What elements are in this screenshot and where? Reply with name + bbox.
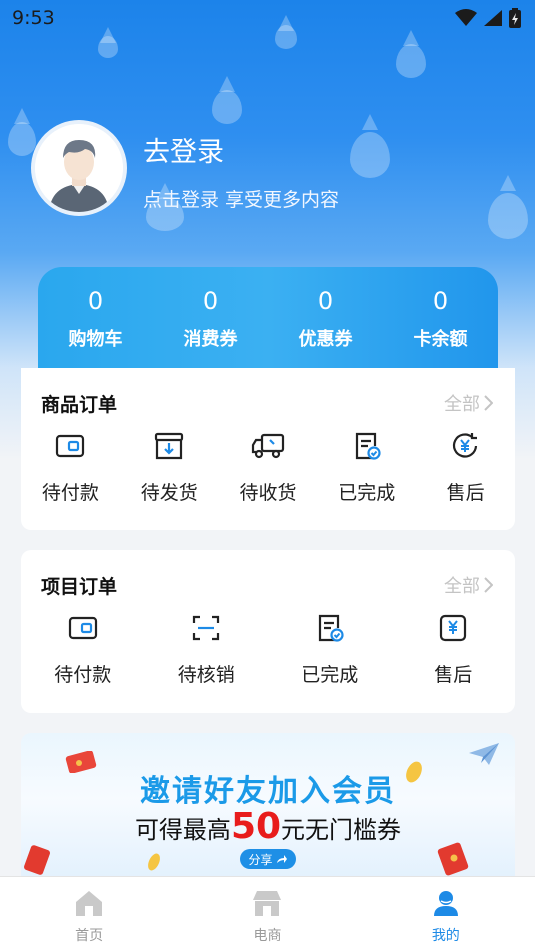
raindrop-decoration — [98, 36, 118, 58]
chevron-right-icon — [484, 395, 493, 411]
stat-label: 优惠券 — [298, 329, 353, 350]
store-icon — [253, 891, 282, 916]
status-bar: 9:53 — [0, 0, 535, 36]
battery-icon — [509, 8, 521, 28]
goods-orders-all-link[interactable]: 全部 — [444, 390, 493, 416]
stat-coupons[interactable]: 0 优惠券 — [271, 287, 381, 377]
stat-value: 0 — [87, 287, 104, 315]
tab-label: 我的 — [431, 928, 460, 944]
stat-value: 0 — [432, 287, 449, 315]
item-label: 待发货 — [140, 482, 198, 504]
stat-value: 0 — [317, 287, 334, 315]
stats-card: 0 购物车 0 消费券 0 优惠券 0 卡余额 — [38, 267, 498, 377]
item-label: 待付款 — [54, 664, 112, 686]
goods-order-pending-payment[interactable]: 待付款 — [21, 428, 120, 505]
project-order-after-sales[interactable]: 售后 — [392, 610, 516, 687]
raindrop-decoration — [8, 122, 36, 156]
project-order-pending-payment[interactable]: 待付款 — [21, 610, 145, 687]
item-label: 待核销 — [177, 664, 235, 686]
goods-order-pending-shipment[interactable]: 待发货 — [120, 428, 219, 505]
project-orders-items: 待付款 待核销 已完成 售后 — [21, 610, 515, 687]
status-time: 9:53 — [12, 7, 55, 29]
project-orders-title: 项目订单 — [41, 576, 118, 598]
scan-icon — [193, 615, 220, 641]
raindrop-decoration — [488, 193, 528, 239]
project-orders-all-link[interactable]: 全部 — [444, 572, 493, 598]
stat-cart[interactable]: 0 购物车 — [41, 287, 151, 377]
project-order-completed[interactable]: 已完成 — [268, 610, 392, 687]
banner-title: 邀请好友加入会员 — [140, 774, 396, 809]
truck-icon — [251, 433, 285, 459]
stat-value: 0 — [202, 287, 219, 315]
bottom-tab-bar: 首页 电商 我的 — [0, 876, 535, 951]
item-label: 售后 — [434, 664, 473, 686]
tab-mine[interactable]: 我的 — [357, 877, 535, 951]
document-check-icon — [355, 432, 381, 460]
share-label: 分享 — [248, 852, 273, 867]
document-check-icon — [318, 614, 344, 642]
banner-sub-prefix: 可得最高 — [134, 816, 231, 844]
tab-label: 首页 — [75, 928, 104, 944]
share-arrow-icon — [276, 855, 287, 863]
project-orders-panel: 项目订单 全部 待付款 待核销 已完成 售后 — [21, 550, 515, 713]
raindrop-decoration — [350, 132, 390, 178]
goods-orders-title: 商品订单 — [41, 394, 118, 416]
invite-banner[interactable]: 邀请好友加入会员 可得最高50元无门槛券 分享 — [21, 733, 515, 878]
share-button[interactable]: 分享 — [240, 849, 296, 869]
login-subtitle[interactable]: 点击登录 享受更多内容 — [143, 185, 339, 212]
all-link-label: 全部 — [444, 394, 480, 415]
item-label: 售后 — [446, 482, 485, 504]
yen-refresh-icon — [452, 433, 477, 458]
tab-ecommerce[interactable]: 电商 — [178, 877, 356, 951]
user-icon — [433, 891, 458, 916]
goods-order-pending-receipt[interactable]: 待收货 — [219, 428, 318, 505]
home-icon — [76, 891, 103, 916]
raindrop-decoration — [396, 44, 426, 78]
box-download-icon — [155, 432, 184, 460]
goods-order-after-sales[interactable]: 售后 — [416, 428, 515, 505]
item-label: 待付款 — [41, 482, 99, 504]
raindrop-decoration — [212, 90, 242, 124]
signal-icon — [484, 10, 502, 26]
wallet-icon — [56, 434, 85, 458]
stat-label: 卡余额 — [413, 329, 468, 350]
stat-label: 消费券 — [183, 329, 238, 350]
wifi-icon — [455, 9, 477, 26]
goods-order-completed[interactable]: 已完成 — [317, 428, 416, 505]
banner-subtitle: 可得最高50元无门槛券 — [21, 806, 515, 847]
stat-label: 购物车 — [68, 329, 123, 350]
status-icons — [455, 8, 521, 28]
stat-card-balance[interactable]: 0 卡余额 — [386, 287, 496, 377]
login-title[interactable]: 去登录 — [143, 130, 224, 169]
gold-coin-icon — [148, 853, 160, 871]
avatar[interactable] — [31, 120, 127, 216]
project-order-pending-verification[interactable]: 待核销 — [145, 610, 269, 687]
item-label: 已完成 — [301, 664, 359, 686]
all-link-label: 全部 — [444, 576, 480, 597]
item-label: 待收货 — [239, 482, 297, 504]
item-label: 已完成 — [338, 482, 396, 504]
stat-vouchers[interactable]: 0 消费券 — [156, 287, 266, 377]
default-avatar-icon — [35, 124, 123, 212]
banner-amount: 50 — [230, 806, 282, 847]
paper-plane-icon — [469, 743, 499, 765]
banner-sub-suffix: 元无门槛券 — [281, 816, 402, 844]
yen-card-icon — [440, 614, 467, 642]
tab-home[interactable]: 首页 — [0, 877, 178, 951]
chevron-right-icon — [484, 577, 493, 593]
goods-orders-items: 待付款 待发货 待收货 已完成 售后 — [21, 428, 515, 505]
wallet-icon — [68, 616, 97, 640]
red-envelope-icon — [24, 845, 50, 875]
goods-orders-panel: 商品订单 全部 待付款 待发货 待收货 已完成 售后 — [21, 368, 515, 530]
tab-label: 电商 — [253, 928, 282, 944]
